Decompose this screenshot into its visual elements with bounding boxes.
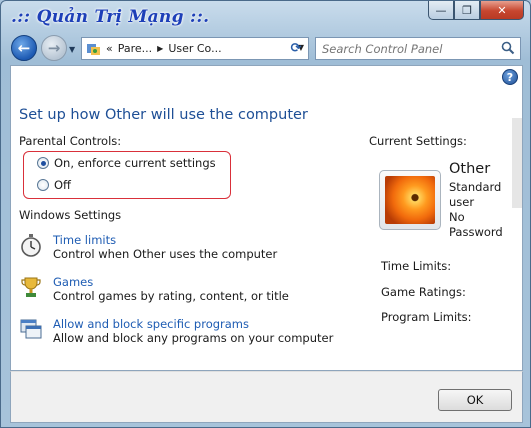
help-icon[interactable]: ? <box>502 69 518 85</box>
account-type-line2: user <box>449 195 475 209</box>
breadcrumb-user-controls[interactable]: User Co... <box>168 42 221 55</box>
address-bar[interactable]: « Pare... ▶ User Co... ▼ <box>81 37 309 60</box>
setting-programs: Allow and block specific programs Allow … <box>19 317 333 346</box>
main-content: ? Set up how Other will use the computer… <box>10 65 523 371</box>
close-button[interactable]: ✕ <box>480 1 524 20</box>
time-limits-link[interactable]: Time limits <box>53 233 277 247</box>
page-title: Set up how Other will use the computer <box>19 107 308 123</box>
parental-controls-label: Parental Controls: <box>19 134 122 148</box>
setting-games: Games Control games by rating, content, … <box>19 275 289 304</box>
minimize-button[interactable]: — <box>428 1 454 20</box>
program-limits-status: Program Limits: <box>381 310 472 324</box>
ok-button[interactable]: OK <box>438 389 512 411</box>
back-button[interactable]: ← <box>11 35 37 61</box>
user-name: Other <box>449 161 491 177</box>
windows-settings-heading: Windows Settings <box>19 208 122 222</box>
time-limits-description: Control when Other uses the computer <box>53 247 278 261</box>
trophy-icon <box>21 277 41 297</box>
search-input[interactable] <box>315 37 521 60</box>
games-description: Control games by rating, content, or tit… <box>53 289 289 303</box>
time-limits-status: Time Limits: <box>381 259 452 273</box>
programs-link[interactable]: Allow and block specific programs <box>53 317 333 331</box>
breadcrumb-parental-controls[interactable]: Pare... <box>118 42 152 55</box>
breadcrumb-separator-icon[interactable]: ▶ <box>157 44 163 53</box>
dialog-footer: OK <box>10 371 523 423</box>
programs-icon <box>20 319 42 339</box>
radio-label-on: On, enforce current settings <box>54 156 216 170</box>
user-account-info: Standard user No Password <box>449 180 503 240</box>
setting-time-limits: Time limits Control when Other uses the … <box>19 233 277 262</box>
navigation-bar: ← → ▼ « Pare... ▶ User Co... ▼ ⟳ <box>1 31 530 65</box>
maximize-button[interactable]: ❐ <box>454 1 480 20</box>
title-bar: .:: Quản Trị Mạng ::. — ❐ ✕ <box>1 1 530 31</box>
address-overflow[interactable]: « <box>106 42 113 55</box>
radio-button-on[interactable] <box>37 157 49 169</box>
control-panel-window: .:: Quản Trị Mạng ::. — ❐ ✕ ← → ▼ « Pare… <box>0 0 531 428</box>
radio-button-off[interactable] <box>37 179 49 191</box>
games-link[interactable]: Games <box>53 275 289 289</box>
account-type-line1: Standard <box>449 180 502 194</box>
game-ratings-status: Game Ratings: <box>381 285 466 299</box>
search-icon[interactable] <box>501 41 515 55</box>
radio-option-off[interactable]: Off <box>37 178 71 192</box>
current-settings-heading: Current Settings: <box>369 134 467 148</box>
password-status-line2: Password <box>449 225 503 239</box>
radio-label-off: Off <box>54 178 71 192</box>
scrollbar-track[interactable] <box>512 118 522 208</box>
radio-option-on[interactable]: On, enforce current settings <box>37 156 216 170</box>
flower-image <box>385 176 435 224</box>
refresh-icon[interactable]: ⟳ <box>285 38 307 59</box>
forward-button[interactable]: → <box>41 35 67 61</box>
password-status-line1: No <box>449 210 465 224</box>
control-panel-icon <box>85 41 103 57</box>
window-controls: — ❐ ✕ <box>428 1 524 21</box>
stopwatch-icon <box>21 234 41 257</box>
watermark-logo: .:: Quản Trị Mạng ::. <box>11 7 210 27</box>
programs-description: Allow and block any programs on your com… <box>53 331 334 345</box>
user-picture <box>379 170 441 230</box>
recent-pages-dropdown-icon[interactable]: ▼ <box>69 45 75 54</box>
